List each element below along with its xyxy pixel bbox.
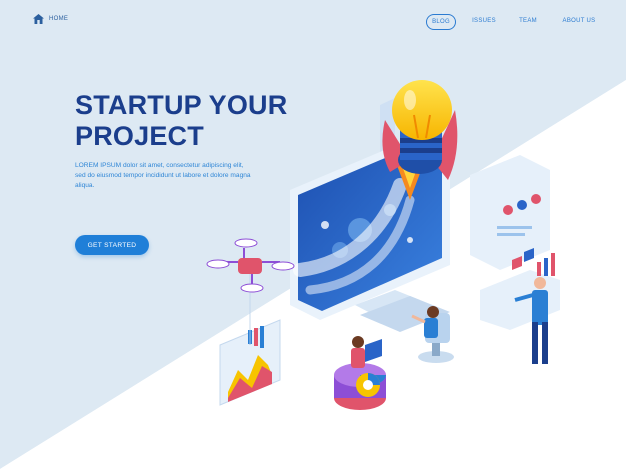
home-icon — [33, 14, 44, 24]
hero-title-line-1: STARTUP YOUR — [75, 90, 288, 120]
top-nav: HOME BLOG ISSUES TEAM ABOUT US — [0, 0, 626, 40]
home-label: HOME — [49, 16, 69, 22]
nav-item-blog[interactable]: BLOG — [426, 14, 456, 30]
nav-item-issues[interactable]: ISSUES — [470, 14, 498, 28]
hero-title-line-2: PROJECT — [75, 121, 204, 151]
nav-item-team[interactable]: TEAM — [514, 14, 542, 28]
hero-title: STARTUP YOUR PROJECT — [75, 90, 287, 152]
hero-description: LOREM IPSUM dolor sit amet, consectetur … — [75, 162, 251, 189]
home-link[interactable]: HOME — [33, 14, 68, 24]
nav-item-about-us[interactable]: ABOUT US — [562, 14, 596, 28]
get-started-button[interactable]: GET STARTED — [75, 235, 149, 255]
